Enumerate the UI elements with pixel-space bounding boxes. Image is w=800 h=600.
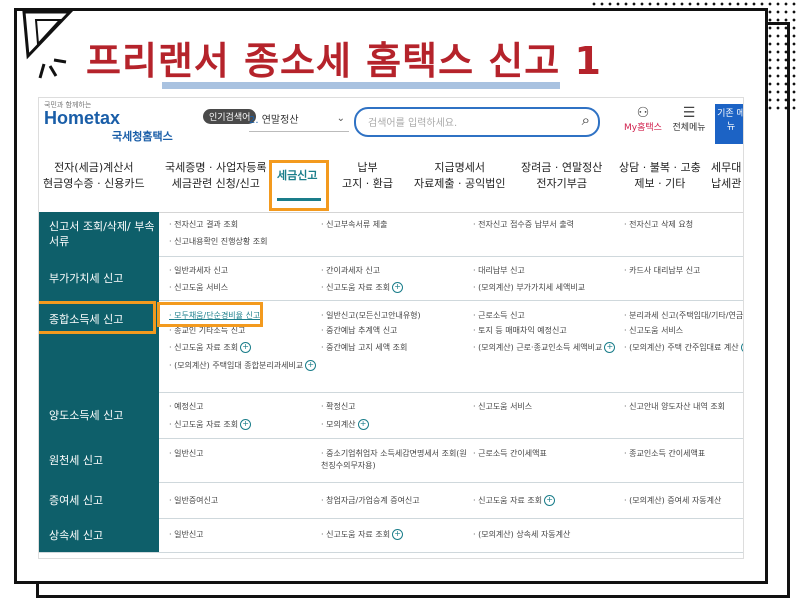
list-item[interactable]: 일반신고(모든신고안내유형) bbox=[321, 310, 421, 321]
plus-icon: + bbox=[357, 419, 369, 430]
list-item[interactable]: 신고부속서류 제출 bbox=[321, 219, 387, 230]
table-row: 원천세 신고 일반신고 중소기업취업자 소득세감면명세서 조회(원천징수의무자용… bbox=[39, 438, 743, 483]
popular-search-select[interactable]: 2. 연말정산 ⌄ bbox=[249, 111, 349, 132]
nav-item-payment[interactable]: 납부 고지 · 환급 bbox=[342, 160, 393, 192]
myhome-button[interactable]: ⚇ My홈택스 bbox=[623, 106, 663, 133]
hamburger-icon: ☰ bbox=[682, 105, 696, 121]
nav-item-einvoice[interactable]: 전자(세금)계산서 현금영수증 · 신용카드 bbox=[43, 160, 145, 192]
search-input[interactable]: 검색어를 입력하세요. ⌕ bbox=[354, 107, 600, 137]
page-title: 프리랜서 종소세 홈택스 신고 1 bbox=[86, 39, 602, 83]
list-item[interactable]: 신고도움 자료 조회+ bbox=[321, 529, 404, 540]
category-label[interactable]: 증여세 신고 bbox=[39, 482, 159, 518]
list-item[interactable]: 중소기업취업자 소득세감면명세서 조회(원천징수의무자용) bbox=[321, 448, 471, 472]
plus-icon: + bbox=[240, 342, 252, 353]
list-item[interactable]: 전자신고 결과 조회 bbox=[169, 219, 238, 230]
list-item[interactable]: (모의계산) 근로·종교인소득 세액비교+ bbox=[473, 342, 616, 353]
list-item[interactable]: 신고안내 양도자산 내역 조회 bbox=[624, 401, 725, 412]
list-item[interactable]: 근로소득 신고 bbox=[473, 310, 525, 321]
list-item[interactable]: 신고도움 자료 조회+ bbox=[321, 282, 404, 293]
list-item[interactable]: 예정신고 bbox=[169, 401, 203, 412]
plus-icon: + bbox=[392, 529, 404, 540]
nav-item-certificate[interactable]: 국세증명 · 사업자등록 세금관련 신청/신고 bbox=[165, 160, 267, 192]
category-label[interactable]: 신고서 조회/삭제/ 부속서류 bbox=[39, 212, 159, 256]
nav-item-consult[interactable]: 상담 · 불복 · 고충 제보 · 기타 bbox=[619, 160, 701, 192]
table-row: 증여세 신고 일반증여신고 창업자금/가업승계 증여신고 신고도움 자료 조회+… bbox=[39, 482, 743, 519]
list-item[interactable]: 일반과세자 신고 bbox=[169, 265, 228, 276]
list-item[interactable]: 창업자금/가업승계 증여신고 bbox=[321, 495, 420, 506]
list-item[interactable]: 카드사 대리납부 신고 bbox=[624, 265, 700, 276]
list-item[interactable]: 분리과세 신고(주택임대/기타/연금) bbox=[624, 310, 743, 321]
highlight-tax-filing bbox=[269, 160, 329, 211]
title-underline bbox=[162, 82, 560, 89]
list-item[interactable]: 일반신고 bbox=[169, 529, 203, 540]
hometax-logo[interactable]: 국민과 함께하는 Hometax 국세청홈택스 bbox=[44, 101, 173, 143]
list-item[interactable]: (모의계산) 상속세 자동계산 bbox=[473, 529, 570, 540]
burst-icon bbox=[22, 10, 74, 79]
list-item[interactable]: 중간예납 추계액 신고 bbox=[321, 325, 397, 336]
plus-icon: + bbox=[740, 342, 743, 353]
hometax-screenshot: 국민과 함께하는 Hometax 국세청홈택스 인기검색어 2. 연말정산 ⌄ … bbox=[38, 97, 744, 559]
list-item[interactable]: 신고도움 자료 조회+ bbox=[169, 342, 252, 353]
list-item[interactable]: (모의계산) 주택임대 종합분리과세비교+ bbox=[169, 360, 317, 371]
table-row: 신고서 조회/삭제/ 부속서류 전자신고 결과 조회 신고부속서류 제출 전자신… bbox=[39, 212, 743, 257]
hometax-topbar: 국민과 함께하는 Hometax 국세청홈택스 인기검색어 2. 연말정산 ⌄ … bbox=[39, 98, 743, 146]
list-item[interactable]: 대리납부 신고 bbox=[473, 265, 525, 276]
list-item[interactable]: (모의계산) 부가가치세 세액비교 bbox=[473, 282, 585, 293]
category-label[interactable]: 부가가치세 신고 bbox=[39, 256, 159, 300]
plus-icon: + bbox=[392, 282, 404, 293]
user-icon: ⚇ bbox=[636, 105, 650, 121]
table-row: 상속세 신고 일반신고 신고도움 자료 조회+ (모의계산) 상속세 자동계산 bbox=[39, 518, 743, 553]
list-item[interactable]: 종교인소득 간이세액표 bbox=[624, 448, 705, 459]
plus-icon: + bbox=[604, 342, 616, 353]
highlight-income-tax-category bbox=[39, 301, 156, 334]
list-item[interactable]: 간이과세자 신고 bbox=[321, 265, 380, 276]
plus-icon: + bbox=[544, 495, 556, 506]
nav-item-statement[interactable]: 지급명세서 자료제출 · 공익법인 bbox=[414, 160, 505, 192]
list-item[interactable]: 일반증여신고 bbox=[169, 495, 218, 506]
list-item[interactable]: 신고도움 자료 조회+ bbox=[473, 495, 556, 506]
main-nav: 전자(세금)계산서 현금영수증 · 신용카드 국세증명 · 사업자등록 세금관련 신… bbox=[39, 146, 743, 213]
list-item[interactable]: 근로소득 간이세액표 bbox=[473, 448, 547, 459]
category-label[interactable]: 상속세 신고 bbox=[39, 518, 159, 552]
list-item[interactable]: 신고도움 서비스 bbox=[624, 325, 683, 336]
table-row: 양도소득세 신고 예정신고 확정신고 신고도움 서비스 신고안내 양도자산 내역… bbox=[39, 392, 743, 439]
category-label[interactable]: 양도소득세 신고 bbox=[39, 392, 159, 438]
highlight-simple-filing bbox=[157, 302, 263, 327]
list-item[interactable]: (모의계산) 증여세 자동계산 bbox=[624, 495, 721, 506]
list-item[interactable]: 신고도움 자료 조회+ bbox=[169, 419, 252, 430]
list-item[interactable]: 신고도움 서비스 bbox=[473, 401, 532, 412]
list-item[interactable]: (모의계산) 주택 간주임대료 계산+ bbox=[624, 342, 743, 353]
plus-icon: + bbox=[305, 360, 317, 371]
list-item[interactable]: 신고도움 서비스 bbox=[169, 282, 228, 293]
list-item[interactable]: 전자신고 삭제 요청 bbox=[624, 219, 693, 230]
chevron-down-icon: ⌄ bbox=[336, 113, 345, 124]
list-item[interactable]: 전자신고 접수증 납부서 출력 bbox=[473, 219, 574, 230]
list-item[interactable]: 토지 등 매매차익 예정신고 bbox=[473, 325, 567, 336]
table-row: 부가가치세 신고 일반과세자 신고 간이과세자 신고 대리납부 신고 카드사 대… bbox=[39, 256, 743, 301]
nav-item-incentive[interactable]: 장려금 · 연말정산 전자기부금 bbox=[521, 160, 602, 192]
list-item[interactable]: 중간예납 고지 세액 조회 bbox=[321, 342, 407, 353]
list-item[interactable]: 모의계산+ bbox=[321, 419, 369, 430]
all-menu-button[interactable]: ☰ 전체메뉴 bbox=[669, 106, 709, 133]
list-item[interactable]: 확정신고 bbox=[321, 401, 355, 412]
category-label[interactable]: 원천세 신고 bbox=[39, 438, 159, 482]
nav-item-tax-agent[interactable]: 세무대 납세관 bbox=[711, 160, 741, 192]
list-item[interactable]: 일반신고 bbox=[169, 448, 203, 459]
plus-icon: + bbox=[240, 419, 252, 430]
list-item[interactable]: 신고내용확인 진행상황 조회 bbox=[169, 236, 267, 247]
search-icon[interactable]: ⌕ bbox=[582, 111, 590, 129]
old-menu-button[interactable]: 기존 메뉴 bbox=[715, 104, 743, 144]
